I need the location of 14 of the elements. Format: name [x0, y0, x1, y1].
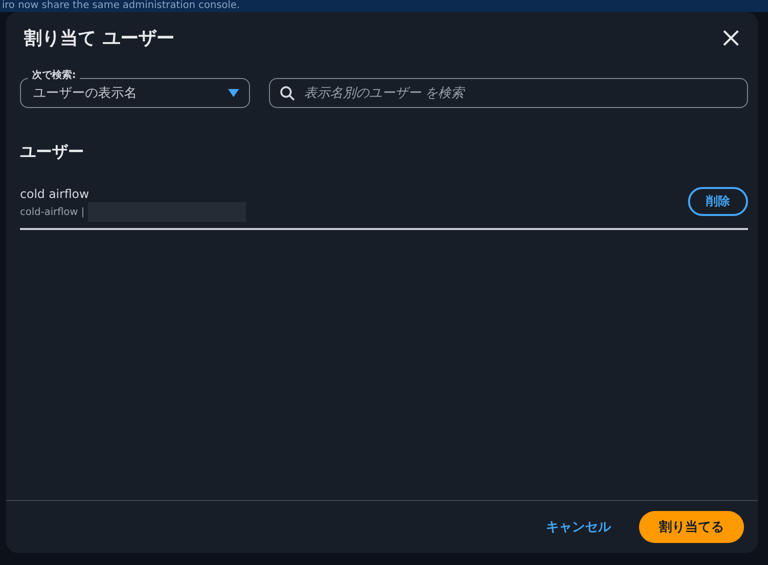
cancel-button[interactable]: キャンセル [546, 512, 611, 542]
caret-icon [228, 89, 239, 97]
close-icon[interactable] [722, 29, 740, 47]
dialog-title: 割り当て ユーザー [24, 27, 174, 50]
search-by-dropdown[interactable]: ユーザーの表示名 [20, 78, 250, 108]
assign-button[interactable]: 割り当てる [639, 511, 744, 543]
user-name: cold airflow [20, 187, 90, 201]
search-icon [280, 86, 295, 101]
remove-button[interactable]: 削除 [688, 187, 748, 216]
search-field[interactable]: 表示名別のユーザー を検索 [269, 78, 748, 108]
banner-text: iro now share the same administration console. [1, 0, 241, 12]
section-title: ユーザー [19, 141, 85, 163]
user-id: cold-airflow | [20, 206, 85, 218]
dropdown-label: 次で検索: [28, 70, 80, 82]
